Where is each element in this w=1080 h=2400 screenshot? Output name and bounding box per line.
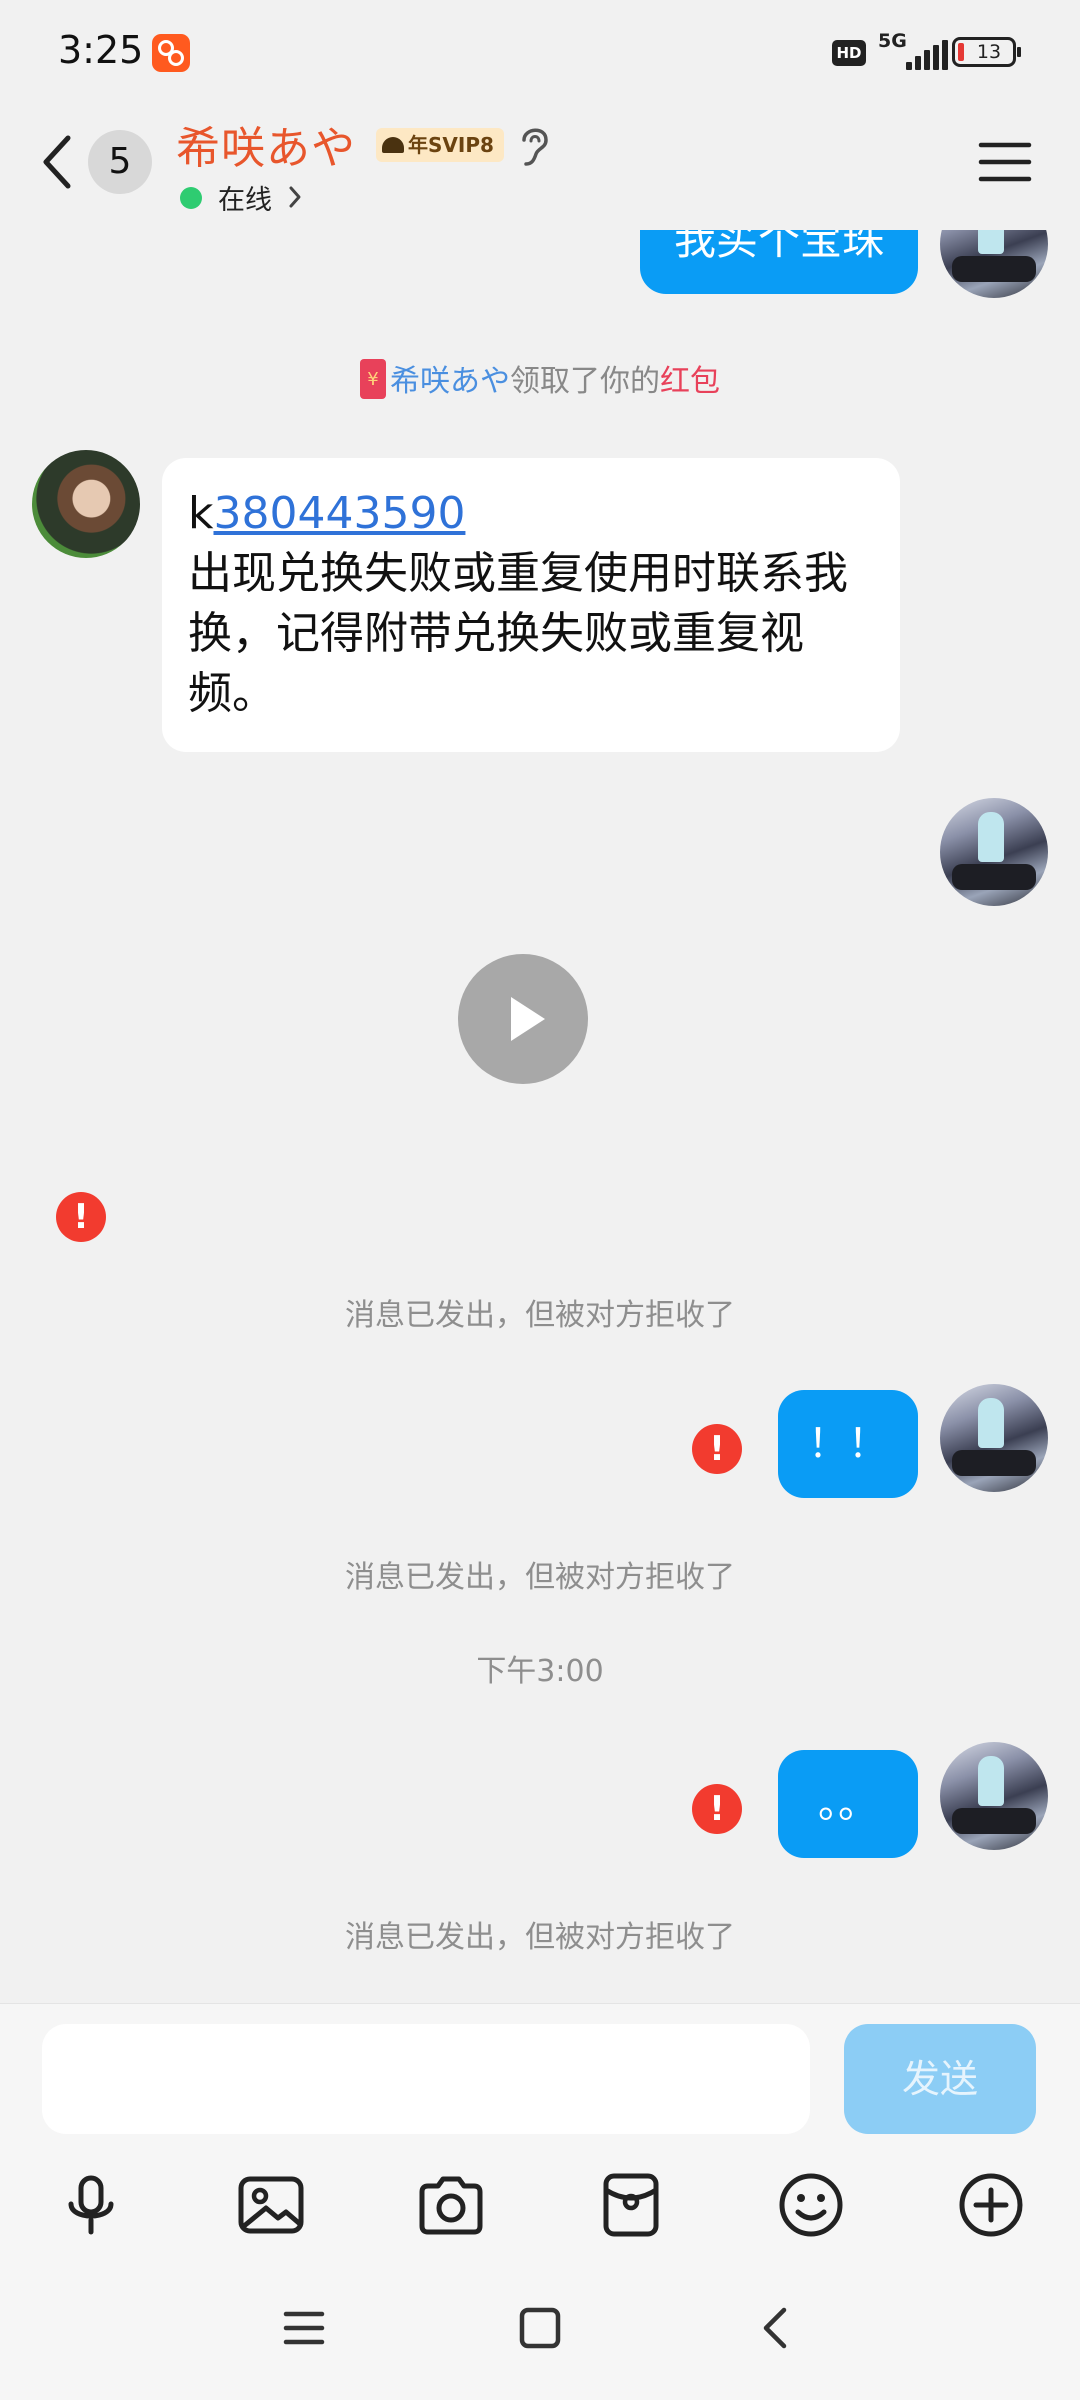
red-packet-notice: 希咲あや领取了你的红包 (0, 356, 1080, 400)
self-avatar[interactable] (940, 798, 1048, 906)
rejected-notice: 消息已发出，但被对方拒收了 (345, 1920, 735, 1955)
outgoing-message-bubble[interactable]: 我买个宝珠 (640, 230, 918, 294)
red-packet-notice-text: 领取了你的 (510, 364, 660, 399)
send-button[interactable]: 发送 (844, 2024, 1036, 2134)
status-bar: 3:25 HD 5G 13 (0, 0, 1080, 100)
send-failed-icon[interactable]: ! (692, 1424, 742, 1474)
image-icon[interactable] (236, 2170, 306, 2240)
outgoing-message-bubble[interactable]: ！！ (778, 1390, 918, 1498)
online-indicator-icon (180, 187, 202, 209)
camera-icon[interactable] (416, 2170, 486, 2240)
video-play-button[interactable] (458, 954, 588, 1084)
clock: 3:25 (58, 28, 144, 72)
red-packet-receiver-name[interactable]: 希咲あや (390, 364, 510, 399)
outgoing-message-bubble[interactable]: 。。 (778, 1750, 918, 1858)
message-input[interactable] (42, 2024, 810, 2134)
ear-icon[interactable] (514, 122, 554, 170)
emoji-icon[interactable] (776, 2170, 846, 2240)
unread-count-badge[interactable]: 5 (88, 130, 152, 194)
red-packet-icon (360, 359, 386, 399)
send-failed-icon[interactable]: ! (692, 1784, 742, 1834)
contact-avatar[interactable] (32, 450, 140, 558)
chat-header: 5 希咲あや 年SVIP8 在线 (0, 100, 1080, 230)
system-nav-bar (0, 2258, 1080, 2400)
battery-icon: 13 (952, 37, 1021, 67)
microphone-icon[interactable] (56, 2170, 126, 2240)
red-packet-link[interactable]: 红包 (660, 364, 720, 399)
message-list[interactable]: 我买个宝珠 希咲あや领取了你的红包 k380443590 出现兑换失败或重复使用… (0, 230, 1080, 2000)
hd-voice-icon: HD (832, 40, 866, 66)
network-type: 5G (878, 30, 907, 52)
incoming-message-bubble[interactable]: k380443590 出现兑换失败或重复使用时联系我换，记得附带兑换失败或重复视… (162, 458, 900, 752)
battery-percent: 13 (976, 41, 1002, 63)
self-avatar[interactable] (940, 1742, 1048, 1850)
message-timestamp: 下午3:00 (476, 1654, 604, 1689)
contact-name[interactable]: 希咲あや (176, 112, 356, 176)
self-avatar[interactable] (940, 1384, 1048, 1492)
battery-level (958, 43, 964, 61)
input-bar: 发送 (0, 2003, 1080, 2149)
signal-icon (906, 40, 950, 70)
back-icon[interactable] (36, 130, 80, 194)
red-packet-icon[interactable] (596, 2170, 666, 2240)
message-prefix: k (188, 488, 214, 539)
menu-icon[interactable] (978, 140, 1032, 184)
vip-badge-label: 年SVIP8 (408, 133, 494, 157)
send-failed-icon[interactable]: ! (56, 1192, 106, 1242)
message-link-number[interactable]: 380443590 (213, 488, 465, 539)
input-toolbar (0, 2148, 1080, 2258)
chat-screen: 3:25 HD 5G 13 5 希咲あや 年SVIP8 在线 我买个宝珠 ¥希咲… (0, 0, 1080, 2400)
rejected-notice: 消息已发出，但被对方拒收了 (345, 1298, 735, 1333)
chevron-right-icon[interactable] (286, 184, 304, 210)
plus-icon[interactable] (956, 2170, 1026, 2240)
online-status[interactable]: 在线 (218, 178, 272, 217)
back-nav-icon[interactable] (752, 2304, 800, 2352)
app-notification-icon (152, 34, 190, 72)
message-body: 出现兑换失败或重复使用时联系我换，记得附带兑换失败或重复视频。 (188, 548, 848, 719)
recent-apps-icon[interactable] (280, 2304, 328, 2352)
rejected-notice: 消息已发出，但被对方拒收了 (345, 1560, 735, 1595)
self-avatar[interactable] (940, 230, 1048, 298)
vip-badge[interactable]: 年SVIP8 (376, 128, 504, 162)
home-icon[interactable] (516, 2304, 564, 2352)
helmet-icon (382, 137, 404, 153)
